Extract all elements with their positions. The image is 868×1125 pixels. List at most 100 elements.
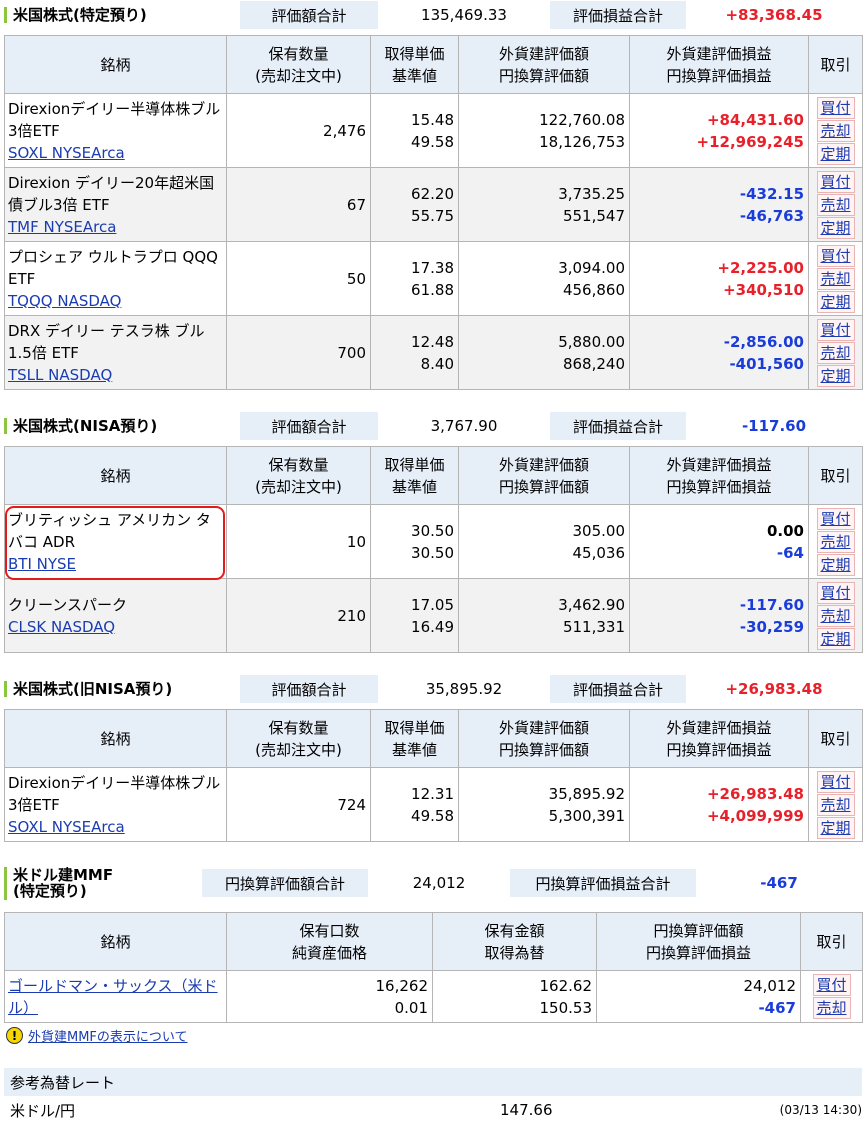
sell-button[interactable]: 売却: [816, 119, 855, 142]
fx-rate-row: 米ドル/円 147.66 (03/13 14:30): [4, 1098, 862, 1122]
total-label: 円換算評価額合計: [202, 869, 368, 897]
ticker-link[interactable]: TQQQ NASDAQ: [8, 292, 121, 310]
regular-button[interactable]: 定期: [816, 553, 855, 576]
buy-button[interactable]: 買付: [816, 507, 855, 530]
buy-button[interactable]: 買付: [812, 974, 851, 996]
ticker-link[interactable]: TSLL NASDAQ: [8, 366, 112, 384]
cost: 12.31 49.58: [370, 767, 459, 842]
buy-button[interactable]: 買付: [816, 96, 855, 119]
stock-name: Direxion デイリー20年超米国債ブル3倍 ETF TMF NYSEArca: [4, 167, 227, 242]
mmf-note: ! 外貨建MMFの表示について: [6, 1026, 188, 1045]
pl-value: -117.60: [741, 417, 807, 435]
col-name: 銘柄: [4, 446, 227, 505]
section-header: 米国株式(NISA預り) 評価額合計 3,767.90 評価損益合計 -117.…: [4, 411, 862, 441]
cost: 17.05 16.49: [370, 578, 459, 653]
profit-loss: -432.15 -46,763: [629, 167, 809, 242]
pl-label: 評価損益合計: [550, 1, 686, 29]
regular-button[interactable]: 定期: [816, 216, 855, 239]
profit-loss: +26,983.48 +4,099,999: [629, 767, 809, 842]
table-row: プロシェア ウルトラプロ QQQ ETF TQQQ NASDAQ 50 17.38…: [4, 241, 863, 316]
quantity: 67: [226, 167, 371, 242]
table-row: Direxion デイリー20年超米国債ブル3倍 ETF TMF NYSEArca…: [4, 167, 863, 242]
profit-loss: 0.00 -64: [629, 504, 809, 579]
sell-button[interactable]: 売却: [816, 267, 855, 290]
valuation: 5,880.00 868,240: [458, 315, 630, 390]
sell-button[interactable]: 売却: [816, 341, 855, 364]
sell-button[interactable]: 売却: [816, 530, 855, 553]
actions: 買付 売却 定期: [808, 241, 863, 316]
col-cost: 取得単価 基準値: [370, 709, 459, 768]
buy-button[interactable]: 買付: [816, 770, 855, 793]
col-units: 保有口数 純資産価格: [226, 912, 433, 971]
buy-button[interactable]: 買付: [816, 318, 855, 341]
profit-loss: -117.60 -30,259: [629, 578, 809, 653]
col-action: 取引: [808, 709, 863, 768]
table-header-row: 銘柄 保有数量 (売却注文中) 取得単価 基準値 外貨建評価額 円換算評価額 外貨建評…: [4, 35, 863, 94]
pl-label: 評価損益合計: [550, 675, 686, 703]
total-value: 35,895.92: [425, 680, 503, 698]
cost: 62.20 55.75: [370, 167, 459, 242]
regular-button[interactable]: 定期: [816, 364, 855, 387]
ticker-link[interactable]: SOXL NYSEArca: [8, 144, 125, 162]
section-title: 米国株式(旧NISA預り): [4, 681, 240, 698]
pl-value: +26,983.48: [725, 680, 823, 698]
ticker-link[interactable]: SOXL NYSEArca: [8, 818, 125, 836]
mmf-table: 銘柄 保有口数 純資産価格 保有金額 取得為替 円換算評価額 円換算評価損益 取引 ゴ…: [4, 912, 863, 1023]
section-title: 米国株式(NISA預り): [4, 418, 240, 435]
valuation: 122,760.08 18,126,753: [458, 93, 630, 168]
sell-button[interactable]: 売却: [816, 193, 855, 216]
col-name: 銘柄: [4, 35, 227, 94]
regular-button[interactable]: 定期: [816, 627, 855, 650]
section-header: 米ドル建MMF (特定預り) 円換算評価額合計 24,012 円換算評価損益合計 …: [4, 860, 862, 906]
alert-icon: !: [6, 1027, 23, 1044]
section-us-stock-specific: 米国株式(特定預り) 評価額合計 135,469.33 評価損益合計 +83,3…: [4, 0, 863, 390]
section-title: 米ドル建MMF (特定預り): [4, 866, 202, 900]
col-pl: 外貨建評価損益 円換算評価損益: [629, 709, 809, 768]
actions: 買付 売却 定期: [808, 315, 863, 390]
ticker-link[interactable]: CLSK NASDAQ: [8, 618, 115, 636]
total-label: 評価額合計: [240, 1, 378, 29]
quantity: 724: [226, 767, 371, 842]
section-header: 米国株式(旧NISA預り) 評価額合計 35,895.92 評価損益合計 +26…: [4, 674, 862, 704]
col-action: 取引: [800, 912, 863, 971]
valuation: 3,735.25 551,547: [458, 167, 630, 242]
total-value: 135,469.33: [421, 6, 507, 24]
amount: 162.62 150.53: [432, 970, 597, 1023]
actions: 買付 売却 定期: [808, 504, 863, 579]
units: 16,262 0.01: [226, 970, 433, 1023]
profit-loss: +84,431.60 +12,969,245: [629, 93, 809, 168]
section-usd-mmf: 米ドル建MMF (特定預り) 円換算評価額合計 24,012 円換算評価損益合計 …: [4, 860, 863, 1023]
stock-name: Direxionデイリー半導体株ブル3倍ETF SOXL NYSEArca: [4, 767, 227, 842]
sell-button[interactable]: 売却: [816, 793, 855, 816]
col-cost: 取得単価 基準値: [370, 35, 459, 94]
mmf-display-link[interactable]: 外貨建MMFの表示について: [28, 1026, 188, 1045]
col-amount: 保有金額 取得為替: [432, 912, 597, 971]
col-pl: 外貨建評価損益 円換算評価損益: [629, 35, 809, 94]
actions: 買付 売却 定期: [808, 93, 863, 168]
actions: 買付 売却 定期: [808, 167, 863, 242]
buy-button[interactable]: 買付: [816, 244, 855, 267]
regular-button[interactable]: 定期: [816, 816, 855, 839]
fund-name: ゴールドマン・サックス（米ドル）: [4, 970, 227, 1023]
ticker-link[interactable]: TMF NYSEArca: [8, 218, 116, 236]
actions: 買付 売却 定期: [808, 578, 863, 653]
holdings-table: 銘柄 保有数量 (売却注文中) 取得単価 基準値 外貨建評価額 円換算評価額 外貨建評…: [4, 35, 863, 390]
buy-button[interactable]: 買付: [816, 581, 855, 604]
regular-button[interactable]: 定期: [816, 142, 855, 165]
buy-button[interactable]: 買付: [816, 170, 855, 193]
regular-button[interactable]: 定期: [816, 290, 855, 313]
valuation: 3,462.90 511,331: [458, 578, 630, 653]
table-row: ゴールドマン・サックス（米ドル） 16,262 0.01 162.62 150.53…: [4, 970, 863, 1023]
fund-link[interactable]: ゴールドマン・サックス（米ドル）: [8, 977, 218, 1017]
cost: 17.38 61.88: [370, 241, 459, 316]
sell-button[interactable]: 売却: [812, 997, 851, 1019]
table-row: クリーンスパーク CLSK NASDAQ 210 17.05 16.49 3,462…: [4, 578, 863, 653]
sell-button[interactable]: 売却: [816, 604, 855, 627]
col-action: 取引: [808, 35, 863, 94]
pl-label: 円換算評価損益合計: [510, 869, 696, 897]
stock-name: プロシェア ウルトラプロ QQQ ETF TQQQ NASDAQ: [4, 241, 227, 316]
quantity: 50: [226, 241, 371, 316]
profit-loss: +2,225.00 +340,510: [629, 241, 809, 316]
valuation: 35,895.92 5,300,391: [458, 767, 630, 842]
col-qty: 保有数量 (売却注文中): [226, 35, 371, 94]
